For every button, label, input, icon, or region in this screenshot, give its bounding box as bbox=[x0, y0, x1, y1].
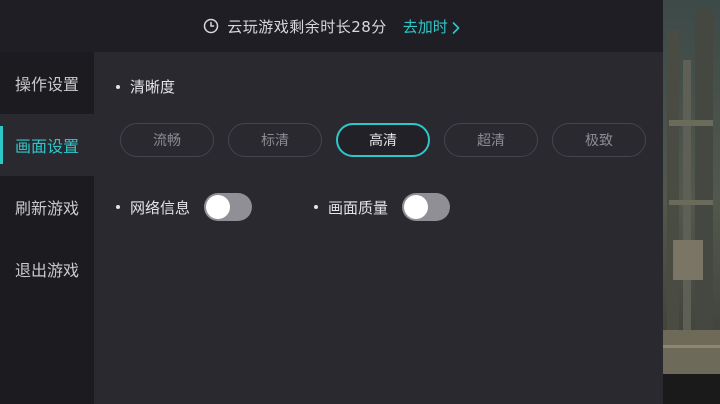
toggle-knob bbox=[206, 195, 231, 219]
clarity-option-high[interactable]: 高清 bbox=[336, 123, 430, 157]
sidebar-item-display-settings[interactable]: 画面设置 bbox=[0, 114, 94, 176]
sidebar-item-label: 退出游戏 bbox=[14, 261, 79, 280]
bullet-dot bbox=[314, 205, 319, 209]
network-info-label: 网络信息 bbox=[130, 198, 191, 217]
settings-overlay: 云玩游戏剩余时长28分 去加时 操作设置 画面设置 刷新游戏 退出游戏 清晰度 bbox=[0, 0, 720, 404]
remaining-time-banner: 云玩游戏剩余时长28分 去加时 bbox=[0, 0, 663, 52]
clarity-option-extreme[interactable]: 极致 bbox=[552, 123, 646, 157]
clarity-title: 清晰度 bbox=[130, 78, 176, 96]
network-info-setting: 网络信息 bbox=[116, 193, 253, 221]
clarity-option-smooth[interactable]: 流畅 bbox=[120, 123, 214, 157]
bullet-dot bbox=[116, 205, 120, 209]
sidebar-item-label: 操作设置 bbox=[14, 75, 79, 94]
network-info-toggle[interactable] bbox=[204, 193, 253, 221]
sidebar-item-refresh-game[interactable]: 刷新游戏 bbox=[0, 176, 94, 238]
clarity-option-ultra[interactable]: 超清 bbox=[444, 123, 538, 157]
sidebar-item-control-settings[interactable]: 操作设置 bbox=[0, 52, 94, 114]
chevron-right-icon bbox=[452, 20, 460, 34]
toggle-knob bbox=[404, 195, 429, 219]
settings-sidebar: 操作设置 画面设置 刷新游戏 退出游戏 bbox=[0, 52, 94, 404]
display-quality-toggle[interactable] bbox=[402, 193, 451, 221]
add-time-label: 去加时 bbox=[402, 17, 448, 36]
display-quality-setting: 画面质量 bbox=[314, 193, 451, 221]
sidebar-item-label: 画面设置 bbox=[14, 137, 79, 156]
game-scene bbox=[663, 0, 720, 404]
sidebar-item-exit-game[interactable]: 退出游戏 bbox=[0, 238, 94, 300]
display-settings-panel: 清晰度 流畅 标清 高清 超清 极致 网络信息 画面质量 bbox=[94, 52, 663, 404]
clock-icon bbox=[203, 18, 219, 34]
remaining-time-text: 云玩游戏剩余时长28分 bbox=[227, 17, 387, 36]
display-quality-label: 画面质量 bbox=[328, 198, 389, 217]
sidebar-item-label: 刷新游戏 bbox=[14, 199, 79, 218]
bullet-dot bbox=[116, 84, 120, 89]
toggle-row: 网络信息 画面质量 bbox=[116, 193, 451, 221]
clarity-option-standard[interactable]: 标清 bbox=[228, 123, 322, 157]
add-time-button[interactable]: 去加时 bbox=[403, 16, 460, 37]
clarity-options: 流畅 标清 高清 超清 极致 bbox=[120, 123, 652, 157]
clarity-section-title: 清晰度 bbox=[116, 76, 175, 97]
